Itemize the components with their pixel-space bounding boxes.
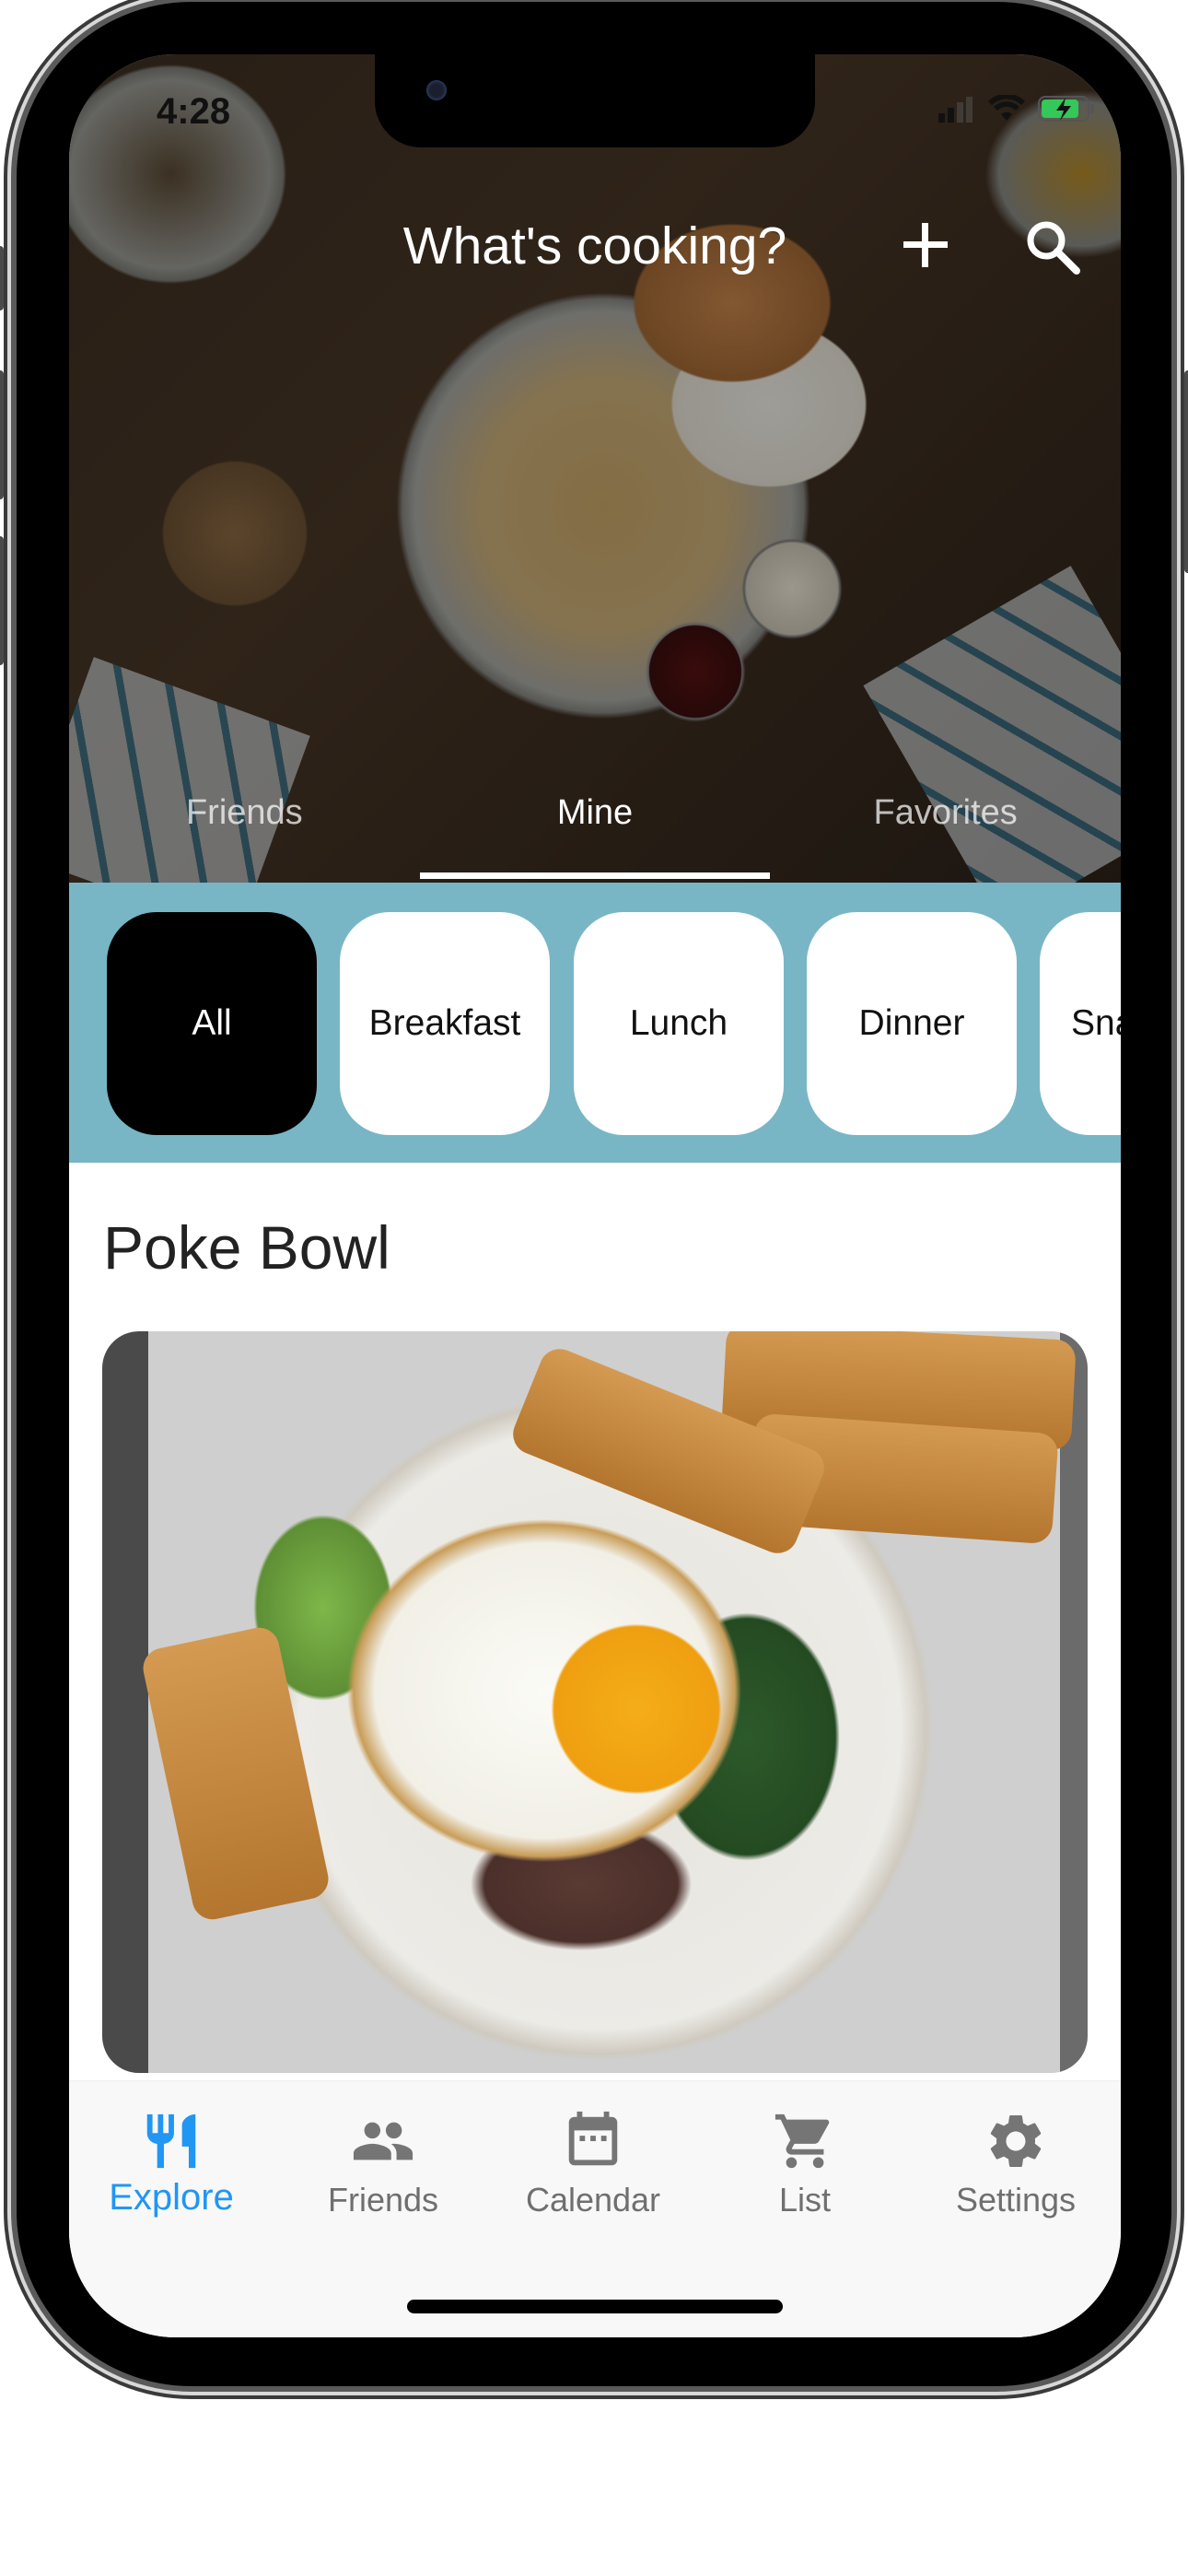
plus-icon — [903, 223, 948, 267]
nav-label: List — [778, 2181, 832, 2219]
mute-switch — [0, 246, 4, 310]
category-chip-snacks[interactable]: Snacks — [1040, 912, 1121, 1135]
power-button — [1184, 370, 1188, 573]
battery-charging-icon — [1038, 96, 1094, 122]
app-bar: What's cooking? — [69, 216, 1121, 289]
recipe-title: Poke Bowl — [103, 1213, 390, 1282]
tab-mine[interactable]: Mine — [419, 791, 771, 883]
nav-label: Settings — [955, 2181, 1077, 2219]
wifi-icon — [988, 95, 1025, 121]
search-icon — [1027, 221, 1080, 275]
tab-favorites[interactable]: Favorites — [770, 791, 1121, 883]
nav-explore[interactable]: Explore — [79, 2109, 263, 2219]
category-chip-lunch[interactable]: Lunch — [574, 912, 784, 1135]
volume-up-button — [0, 370, 4, 499]
header-background-image — [69, 54, 1121, 935]
nav-list[interactable]: List — [713, 2109, 897, 2219]
notch — [375, 54, 815, 147]
restaurant-icon — [146, 2113, 196, 2169]
app-screen: 4:28 What's cooking? Friends Mine Favori… — [69, 54, 1121, 2337]
cart-icon — [775, 2113, 830, 2169]
recipe-tabs: Friends Mine Favorites — [69, 791, 1121, 883]
nav-label: Calendar — [525, 2181, 661, 2219]
status-time: 4:28 — [157, 91, 231, 132]
nav-friends[interactable]: Friends — [291, 2109, 475, 2219]
search-button[interactable] — [1023, 217, 1082, 276]
calendar-icon — [568, 2111, 618, 2166]
category-chip-dinner[interactable]: Dinner — [807, 912, 1017, 1135]
home-indicator[interactable] — [407, 2300, 783, 2313]
category-chip-all[interactable]: All — [107, 912, 317, 1135]
nav-label: Friends — [327, 2181, 439, 2219]
people-icon — [353, 2122, 413, 2160]
tab-friends[interactable]: Friends — [69, 791, 420, 883]
nav-calendar[interactable]: Calendar — [501, 2109, 685, 2219]
nav-settings[interactable]: Settings — [924, 2109, 1108, 2219]
signal-icon — [938, 97, 973, 123]
nav-label: Explore — [109, 2177, 234, 2218]
recipe-image[interactable] — [102, 1331, 1088, 2073]
status-icons — [938, 95, 1095, 123]
add-recipe-button[interactable] — [898, 217, 953, 273]
category-filter-bar: All Breakfast Lunch Dinner Snacks — [69, 883, 1121, 1163]
gear-icon — [990, 2115, 1042, 2167]
page-title: What's cooking? — [402, 217, 787, 275]
category-chip-breakfast[interactable]: Breakfast — [340, 912, 550, 1135]
volume-down-button — [0, 536, 4, 665]
